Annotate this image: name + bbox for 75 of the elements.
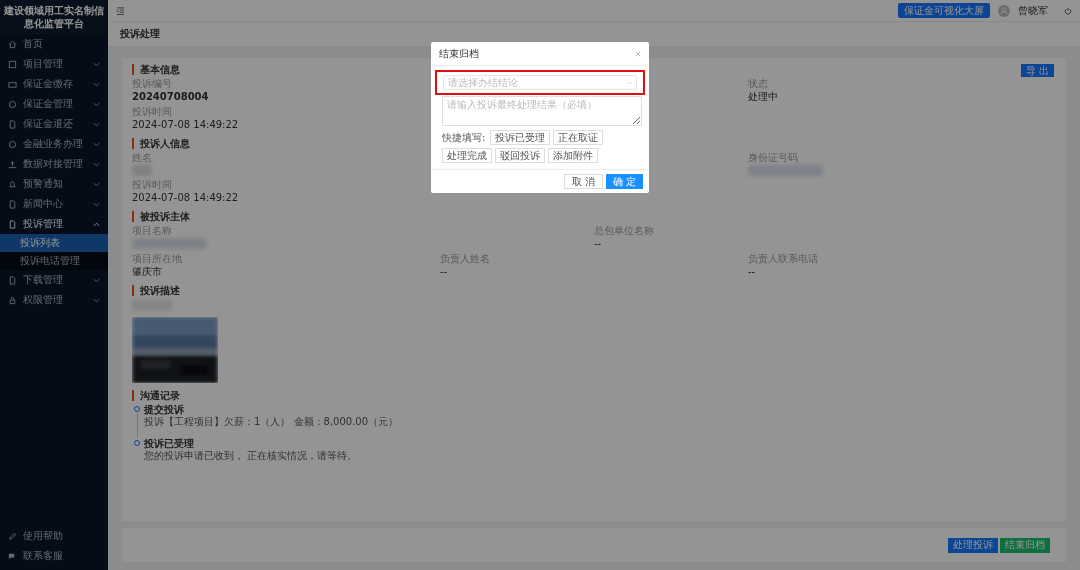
menu-item[interactable]: 保证金退还 (0, 114, 108, 134)
pencil-icon (8, 531, 17, 541)
submenu-item[interactable]: 投诉列表 (0, 234, 108, 252)
menu-item[interactable]: 新闻中心 (0, 194, 108, 214)
field-value: -- (440, 266, 449, 278)
section-title: 投诉描述 (132, 285, 1056, 296)
clock-icon (8, 139, 17, 149)
caret-icon (627, 80, 632, 85)
result-textarea[interactable]: 请输入投诉最终处理结果（必填） (442, 96, 642, 126)
chevron-icon (93, 121, 100, 127)
field-value: -- (594, 238, 603, 250)
help-link[interactable]: 使用帮助 (0, 526, 108, 546)
action-button[interactable]: 处理投诉 (948, 537, 998, 553)
dashboard-button[interactable]: 保证金可视化大屏 (898, 3, 990, 18)
confirm-button[interactable]: 确 定 (605, 174, 643, 189)
menu-icon[interactable] (116, 6, 125, 15)
section-title: 沟通记录 (132, 390, 1056, 401)
export-button[interactable]: 导 出 (1020, 64, 1054, 77)
grid-icon (8, 59, 17, 69)
document-icon (8, 119, 17, 129)
quick-fill-button[interactable]: 驳回投诉 (495, 148, 545, 163)
lock-icon (8, 295, 17, 305)
field-value: -- (748, 266, 757, 278)
upload-icon (8, 159, 17, 169)
field-value: 2024-07-08 14:49:22 (132, 119, 240, 131)
select-field[interactable]: 请选择办结结论 (443, 75, 637, 90)
menu-item[interactable]: 数据对接管理 (0, 154, 108, 174)
timeline-dot (134, 406, 140, 412)
field-value: 处理中 (748, 91, 779, 103)
field-value: 肇庆市 (132, 266, 163, 278)
chevron-icon (93, 81, 100, 87)
chevron-icon (93, 141, 100, 147)
dialog-title: 结束归档 (439, 46, 479, 61)
close-icon[interactable] (635, 50, 641, 57)
event-text: 您的投诉申请已收到， 正在核实情况，请等待。 (144, 450, 359, 462)
file-icon (8, 275, 17, 285)
home-icon (8, 39, 17, 49)
chevron-icon (93, 161, 100, 167)
chat-icon (8, 551, 17, 561)
chevron-icon (93, 181, 100, 187)
menu-item[interactable]: 保证金管理 (0, 94, 108, 114)
event-title: 投诉已受理 (144, 438, 195, 450)
chevron-icon (93, 101, 100, 107)
action-button[interactable]: 结束归档 (1000, 537, 1050, 553)
menu-item[interactable]: 权限管理 (0, 290, 108, 310)
quick-fill-button[interactable]: 处理完成 (442, 148, 492, 163)
quick-fill-button[interactable]: 正在取证 (553, 130, 604, 145)
chevron-icon (93, 221, 100, 227)
user-name[interactable]: 曾晓军 (1018, 3, 1048, 18)
chevron-icon (93, 297, 100, 303)
section-title: 被投诉主体 (132, 211, 1056, 222)
quick-fill-button[interactable]: 投诉已受理 (490, 130, 551, 145)
chevron-icon (93, 61, 100, 67)
page-title: 投诉处理 (120, 27, 160, 41)
chevron-icon (93, 201, 100, 207)
wallet-icon (8, 79, 17, 89)
menu-item[interactable]: 首页 (0, 34, 108, 54)
menu-item[interactable]: 预警通知 (0, 174, 108, 194)
chevron-icon (93, 277, 100, 283)
submenu-item[interactable]: 投诉电话管理 (0, 252, 108, 270)
menu-item[interactable]: 投诉管理 (0, 214, 108, 234)
field-value: 20240708004 (132, 91, 210, 103)
timeline-dot (134, 440, 140, 446)
bell-icon (8, 179, 17, 189)
menu-item[interactable]: 下载管理 (0, 270, 108, 290)
cancel-button[interactable]: 取 消 (563, 174, 603, 189)
field-value: 2024-07-08 14:49:22 (132, 192, 240, 204)
menu-item[interactable]: 保证金缴存 (0, 74, 108, 94)
help-link[interactable]: 联系客服 (0, 546, 108, 566)
event-title: 提交投诉 (144, 404, 185, 416)
event-text: 投诉【工程项目】欠薪：1（人） 金额：8,000.00（元） (144, 416, 400, 428)
power-icon[interactable] (1064, 6, 1072, 15)
quick-fill-button[interactable]: 添加附件 (548, 148, 598, 163)
menu-item[interactable]: 项目管理 (0, 54, 108, 74)
menu-item[interactable]: 金融业务办理 (0, 134, 108, 154)
